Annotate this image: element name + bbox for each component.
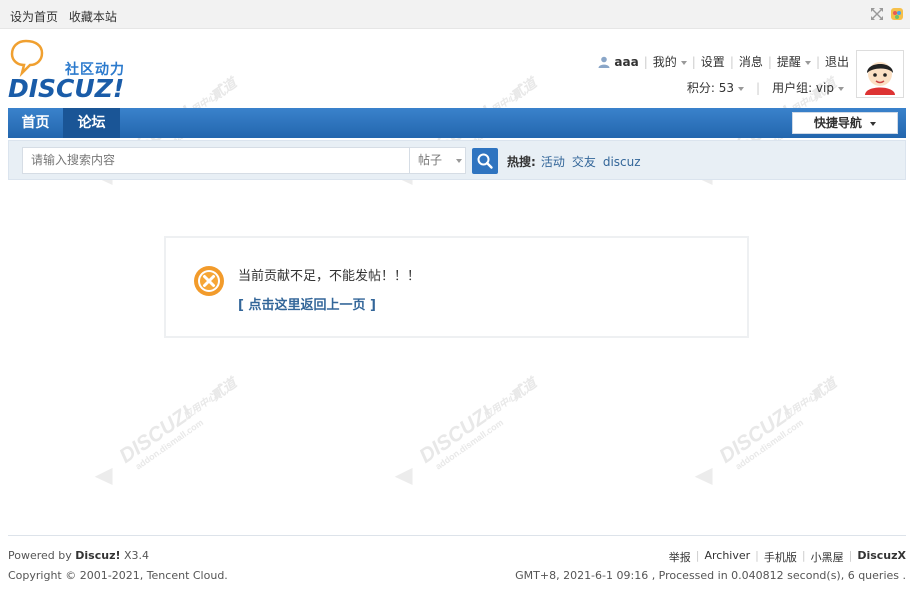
top-icons — [870, 7, 904, 21]
hot-keyword[interactable]: 交友 — [572, 153, 596, 170]
style-switch-icon[interactable] — [890, 7, 904, 21]
top-links: 设为首页 收藏本站 — [10, 8, 124, 25]
quick-nav-button[interactable]: 快捷导航 — [792, 112, 898, 134]
top-bar: 设为首页 收藏本站 — [0, 0, 910, 29]
username-link[interactable]: aaa — [614, 55, 638, 69]
logo-bubble-icon — [10, 39, 44, 78]
watermark: DISCUZ! 应用中心 addon.dismall.com 貳道 — [694, 374, 841, 485]
points-menu[interactable]: 积分: 53 — [686, 79, 745, 96]
chevron-down-icon — [680, 60, 687, 65]
svg-text:addon.dismall.com: addon.dismall.com — [734, 417, 806, 471]
powered-by: Powered by Discuz! X3.4 — [8, 549, 149, 562]
search-type-select[interactable]: 帖子 — [409, 147, 466, 174]
svg-text:addon.dismall.com: addon.dismall.com — [434, 417, 506, 471]
alert-box: 当前贡献不足，不能发帖！！！ [ 点击这里返回上一页 ] — [164, 236, 749, 338]
search-type-label: 帖子 — [418, 153, 443, 167]
svg-text:貳道: 貳道 — [807, 374, 841, 404]
powered-version: X3.4 — [124, 549, 150, 562]
watermark: DISCUZ! 应用中心 addon.dismall.com 貳道 — [394, 374, 541, 485]
footer-link-mobile[interactable]: 手机版 — [764, 549, 797, 565]
main-nav: 首页 论坛 快捷导航 — [8, 108, 906, 138]
svg-text:貳道: 貳道 — [507, 74, 541, 104]
points-label: 积分: 53 — [686, 81, 735, 95]
svg-text:貳道: 貳道 — [507, 374, 541, 404]
user-info: 积分: 53 | 用户组: vip — [687, 79, 844, 96]
search-input[interactable]: 请输入搜索内容 — [22, 147, 410, 174]
footer-link-archiver[interactable]: Archiver — [704, 549, 750, 565]
search-button[interactable] — [472, 148, 498, 174]
alert-message: 当前贡献不足，不能发帖！！！ — [238, 269, 421, 284]
reminders-label: 提醒 — [776, 55, 801, 69]
footer-link-discuzx[interactable]: DiscuzX — [857, 549, 906, 565]
svg-text:DISCUZ!: DISCUZ! — [715, 401, 796, 468]
messages-link[interactable]: 消息 — [739, 53, 763, 70]
my-menu[interactable]: 我的 — [653, 53, 687, 70]
search-icon — [477, 153, 493, 169]
chevron-down-icon — [870, 121, 877, 126]
set-home-link[interactable]: 设为首页 — [10, 10, 58, 24]
footer-link-report[interactable]: 举报 — [669, 549, 691, 565]
user-group-menu[interactable]: 用户组: vip — [772, 79, 844, 96]
logo-wordmark: DISCUZ! — [8, 74, 125, 103]
svg-text:DISCUZ!: DISCUZ! — [415, 401, 496, 468]
avatar-image — [859, 53, 901, 95]
user-group-label: 用户组: vip — [772, 81, 834, 95]
chevron-down-icon — [738, 86, 745, 91]
back-link[interactable]: [ 点击这里返回上一页 ] — [238, 294, 376, 313]
hot-keyword[interactable]: discuz — [603, 155, 641, 169]
svg-text:addon.dismall.com: addon.dismall.com — [134, 417, 206, 471]
watermark: DISCUZ! 应用中心 addon.dismall.com 貳道 — [94, 374, 241, 485]
site-logo[interactable]: 社区动力 DISCUZ! — [8, 38, 138, 103]
user-icon — [598, 56, 610, 68]
search-bar: 请输入搜索内容 帖子 热搜: 活动 交友 discuz — [8, 140, 906, 180]
server-info: GMT+8, 2021-6-1 09:16 , Processed in 0.0… — [515, 569, 906, 582]
settings-link[interactable]: 设置 — [701, 53, 725, 70]
reminders-menu[interactable]: 提醒 — [777, 53, 811, 70]
avatar[interactable] — [856, 50, 904, 98]
footer-link-blacklist[interactable]: 小黑屋 — [811, 549, 844, 565]
powered-link[interactable]: Discuz! — [75, 549, 120, 562]
widescreen-toggle-icon[interactable] — [870, 7, 884, 21]
tab-forum[interactable]: 论坛 — [63, 108, 120, 138]
svg-text:貳道: 貳道 — [207, 74, 241, 104]
hot-searches: 热搜: 活动 交友 discuz — [507, 153, 648, 170]
chevron-down-icon — [804, 60, 811, 65]
footer-links: 举报 | Archiver | 手机版 | 小黑屋 | DiscuzX — [668, 549, 906, 565]
bookmark-link[interactable]: 收藏本站 — [69, 10, 117, 24]
hot-search-label: 热搜: — [507, 155, 536, 169]
copyright: Copyright © 2001-2021, Tencent Cloud. — [8, 569, 228, 582]
user-nav: aaa | 我的 | 设置 | 消息 | 提醒 | 退出 — [598, 53, 849, 70]
chevron-down-icon — [455, 158, 462, 163]
my-menu-label: 我的 — [652, 55, 677, 69]
footer-divider — [8, 535, 906, 536]
svg-text:应用中心: 应用中心 — [480, 390, 519, 423]
quick-nav-label: 快捷导航 — [813, 116, 862, 130]
svg-text:DISCUZ!: DISCUZ! — [115, 401, 196, 468]
svg-text:貳道: 貳道 — [207, 374, 241, 404]
svg-text:应用中心: 应用中心 — [180, 390, 219, 423]
powered-prefix: Powered by — [8, 549, 72, 562]
chevron-down-icon — [838, 86, 844, 91]
svg-text:应用中心: 应用中心 — [780, 390, 819, 423]
tab-home[interactable]: 首页 — [8, 108, 63, 138]
logout-link[interactable]: 退出 — [825, 53, 849, 70]
error-icon — [194, 266, 224, 296]
hot-keyword[interactable]: 活动 — [541, 153, 565, 170]
